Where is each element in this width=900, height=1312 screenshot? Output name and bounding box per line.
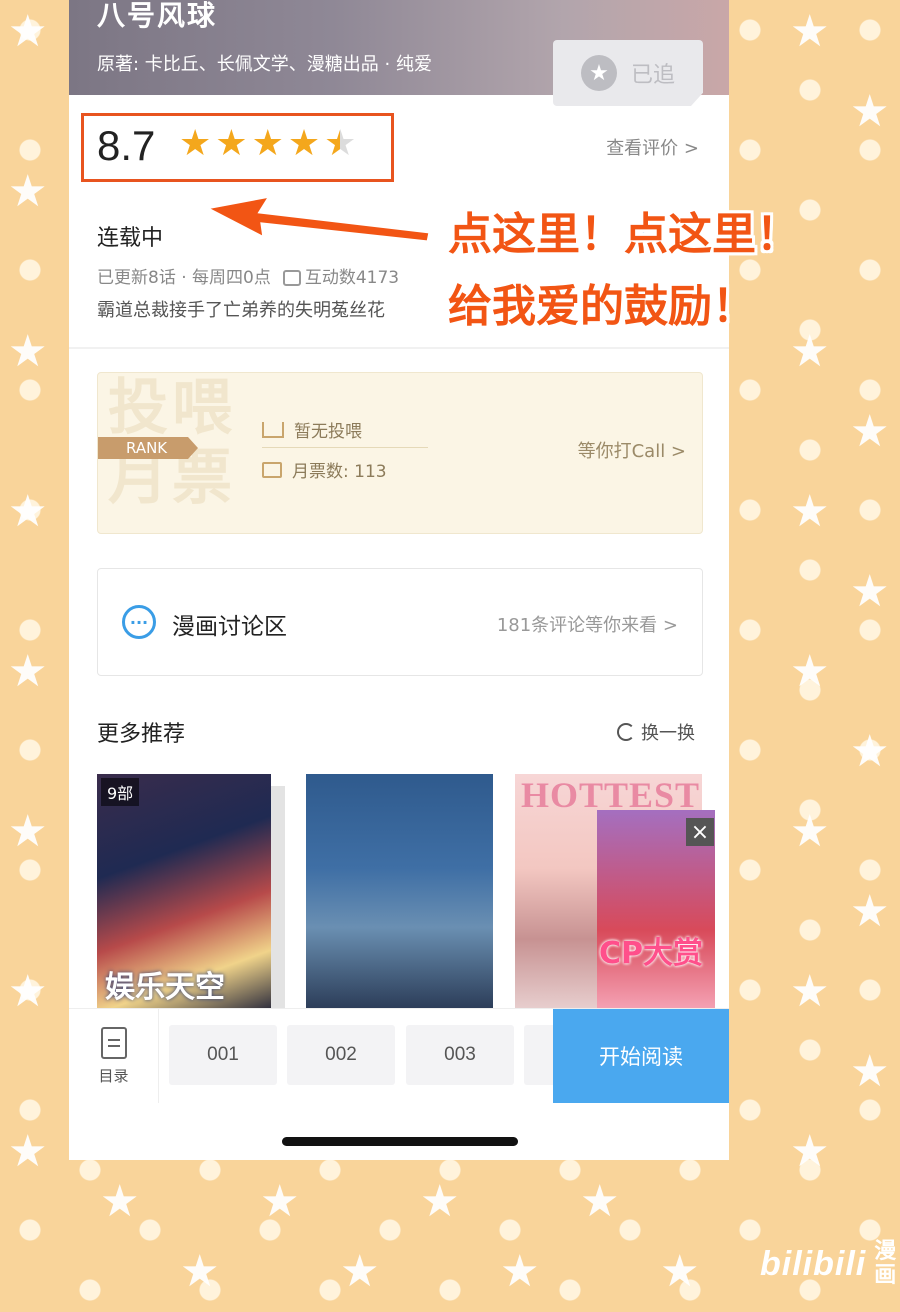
- star-icon: ★: [850, 86, 890, 137]
- rank-tag: RANK: [98, 437, 198, 459]
- star-icon: ★: [500, 1246, 540, 1297]
- bilibili-watermark: bilibili 漫画: [760, 1240, 900, 1288]
- star-icon[interactable]: ★: [215, 126, 247, 162]
- discussion-count: 181条评论等你来看 >: [496, 615, 678, 636]
- star-icon: ★: [580, 1176, 620, 1227]
- star-icon: ★: [790, 646, 830, 697]
- star-icon: ★: [8, 646, 48, 697]
- watermark-side: 漫画: [874, 1239, 897, 1288]
- star-icon: ★: [790, 486, 830, 537]
- star-icon: ★: [850, 726, 890, 777]
- comment-icon: [282, 270, 301, 286]
- star-icon: ★: [850, 566, 890, 617]
- feed-status-row: 暂无投喂: [262, 417, 362, 442]
- crown-icon: [262, 421, 284, 438]
- list-icon: [100, 1026, 127, 1059]
- chat-bubble-icon: ···: [122, 605, 156, 639]
- annotation-line-2: 给我爱的鼓励！: [448, 281, 756, 332]
- star-check-icon: ★: [580, 55, 617, 91]
- home-indicator[interactable]: [282, 1137, 518, 1146]
- cover-title: 娱乐天空: [105, 970, 225, 1005]
- watermark-logo: bilibili: [760, 1244, 867, 1283]
- refresh-label: 换一换: [641, 723, 695, 744]
- comic-meta: 原著: 卡比丘、长佩文学、漫糖出品 · 纯爱: [97, 54, 432, 75]
- star-icon: ★: [8, 806, 48, 857]
- toc-button[interactable]: 目录: [69, 1009, 159, 1103]
- call-link[interactable]: 等你打Call >: [578, 437, 686, 463]
- star-icon: ★: [180, 1246, 220, 1297]
- episode-button[interactable]: 002: [287, 1025, 395, 1085]
- update-schedule: 已更新8话 · 每周四0点: [97, 268, 271, 288]
- divider: [69, 347, 729, 349]
- star-icon: ★: [8, 1126, 48, 1177]
- star-icon: ★: [660, 1246, 700, 1297]
- recommend-cover-2[interactable]: [306, 774, 493, 1010]
- star-icon[interactable]: ★: [179, 126, 211, 162]
- star-icon: ★: [260, 1176, 300, 1227]
- star-icon: ★: [850, 1046, 890, 1097]
- star-icon: ★: [850, 886, 890, 937]
- star-icon: ★: [8, 326, 48, 377]
- interaction-count: 互动数4173: [282, 263, 400, 288]
- ticket-icon: [262, 461, 282, 478]
- update-info: 已更新8话 · 每周四0点 互动数4173: [97, 263, 399, 288]
- episode-button[interactable]: 003: [406, 1025, 514, 1085]
- toc-label: 目录: [98, 1066, 129, 1085]
- star-icon: ★: [420, 1176, 460, 1227]
- episode-button[interactable]: 001: [169, 1025, 277, 1085]
- star-icon: ★: [8, 6, 48, 57]
- recommend-cover-1[interactable]: 9部 娱乐天空: [97, 774, 271, 1010]
- rating-score: 8.7: [97, 122, 156, 169]
- phone-screen: 八号风球 原著: 卡比丘、长佩文学、漫糖出品 · 纯爱 ★ 已追 8.7 ★ ★…: [69, 0, 729, 1160]
- arrow-icon: [201, 193, 432, 244]
- ticket-row: 月票数: 113: [262, 457, 387, 482]
- annotation-line-1: 点这里！点这里！: [448, 209, 800, 260]
- view-reviews-link[interactable]: 查看评价 >: [606, 134, 699, 160]
- monthly-ticket-count: 月票数: 113: [292, 462, 387, 482]
- recommend-title: 更多推荐: [97, 722, 186, 747]
- star-icon: ★: [790, 6, 830, 57]
- bottom-bar: 目录 001 002 003 开始阅读: [69, 1008, 729, 1104]
- interaction-label: 互动数4173: [304, 268, 400, 288]
- close-icon[interactable]: ×: [686, 818, 714, 846]
- discussion-title: 漫画讨论区: [172, 614, 287, 640]
- monthly-ticket-card[interactable]: 投喂 月票 RANK 暂无投喂 月票数: 113 等你打Call >: [97, 372, 703, 534]
- half-star-icon[interactable]: ★: [324, 126, 356, 162]
- star-icon: ★: [790, 1126, 830, 1177]
- star-icon[interactable]: ★: [252, 126, 284, 162]
- star-icon: ★: [340, 1246, 380, 1297]
- follow-button[interactable]: ★ 已追: [553, 40, 703, 106]
- star-icon: ★: [8, 966, 48, 1017]
- star-icon: ★: [790, 326, 830, 377]
- serial-status: 连载中: [97, 226, 164, 251]
- follow-label: 已追: [630, 63, 675, 88]
- star-icon: ★: [100, 1176, 140, 1227]
- rank-bg-line1: 投喂: [108, 373, 236, 443]
- cover-tag: 9部: [101, 778, 140, 806]
- star-icon: ★: [850, 406, 890, 457]
- star-icon[interactable]: ★: [288, 126, 320, 162]
- discussion-card[interactable]: ··· 漫画讨论区 181条评论等你来看 >: [97, 568, 703, 676]
- refresh-button[interactable]: 换一换: [617, 719, 695, 745]
- divider: [262, 447, 428, 448]
- cover-stack: [269, 786, 285, 1010]
- star-icon: ★: [8, 486, 48, 537]
- start-reading-button[interactable]: 开始阅读: [553, 1009, 729, 1103]
- feed-status: 暂无投喂: [294, 422, 362, 442]
- star-icon: ★: [790, 966, 830, 1017]
- star-icon: ★: [790, 806, 830, 857]
- rating-row[interactable]: 8.7 ★ ★ ★ ★ ★ 查看评价 >: [69, 112, 729, 184]
- ad-text: CP大赏: [599, 936, 704, 971]
- comic-title: 八号风球: [97, 0, 218, 32]
- star-icon: ★: [8, 166, 48, 217]
- rating-stars[interactable]: ★ ★ ★ ★ ★: [179, 126, 356, 162]
- refresh-icon: [617, 723, 635, 741]
